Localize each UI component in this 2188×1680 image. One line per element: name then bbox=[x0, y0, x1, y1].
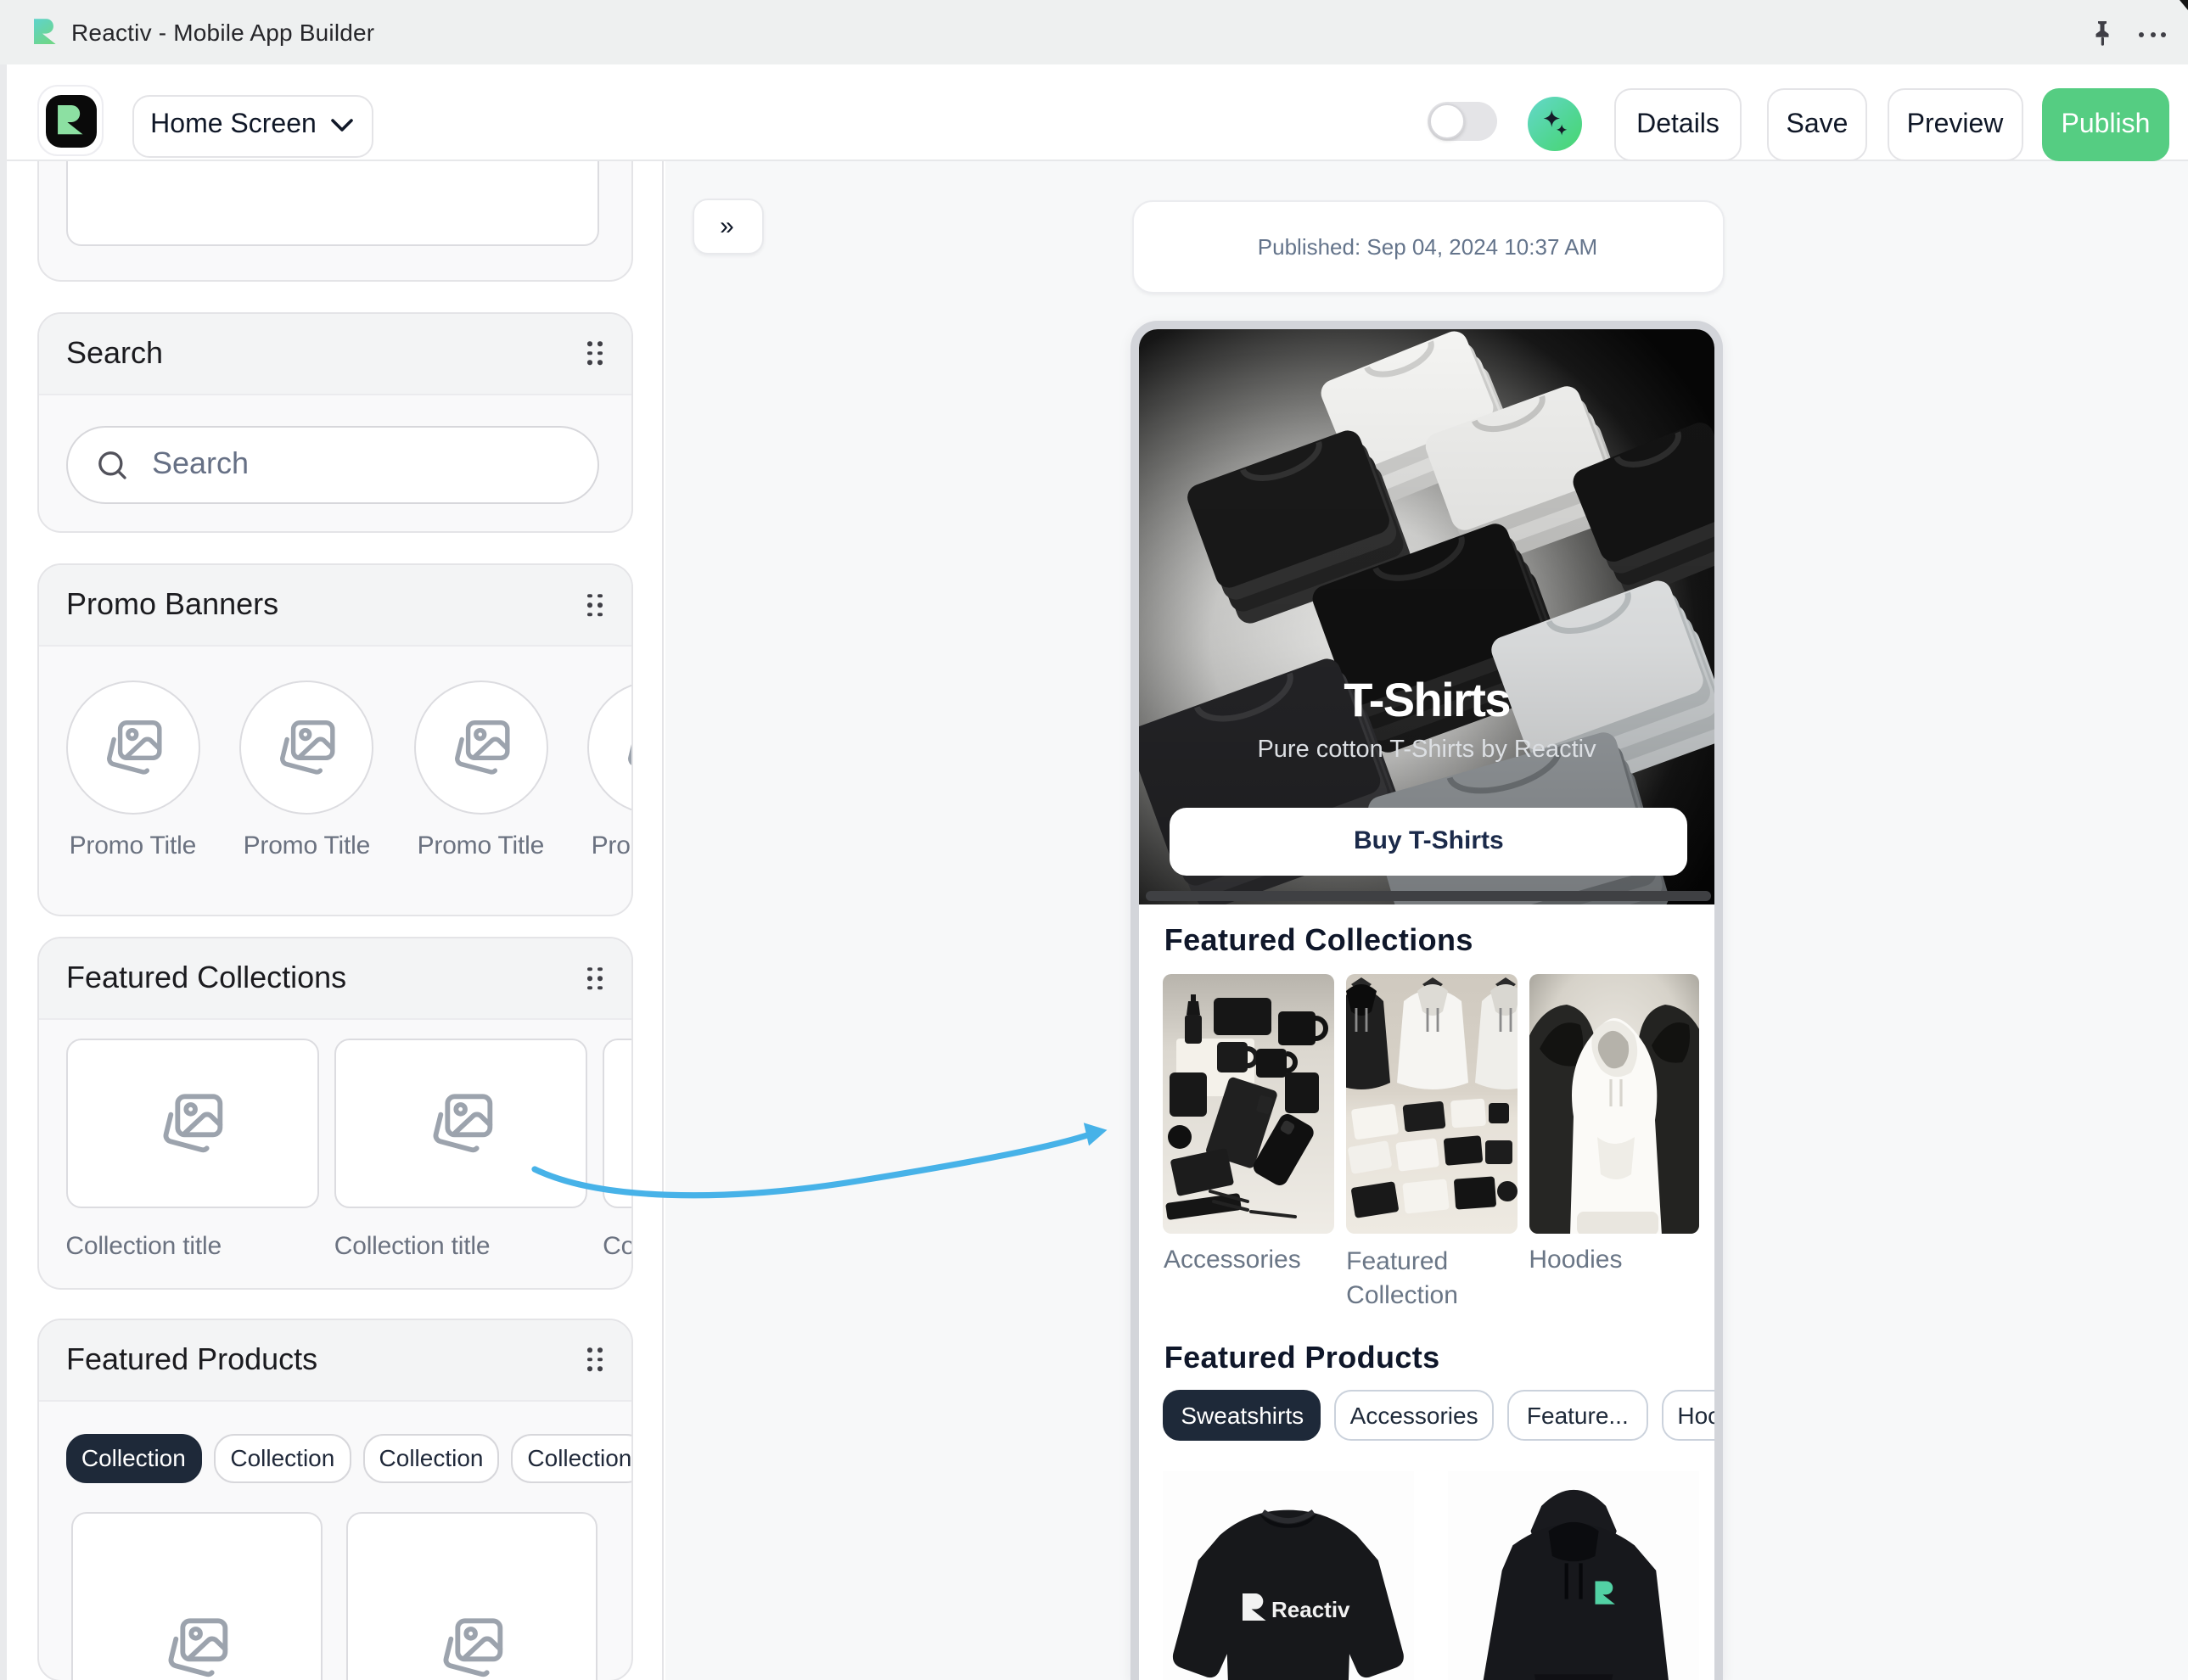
svg-text:Reactiv: Reactiv bbox=[1271, 1596, 1350, 1621]
